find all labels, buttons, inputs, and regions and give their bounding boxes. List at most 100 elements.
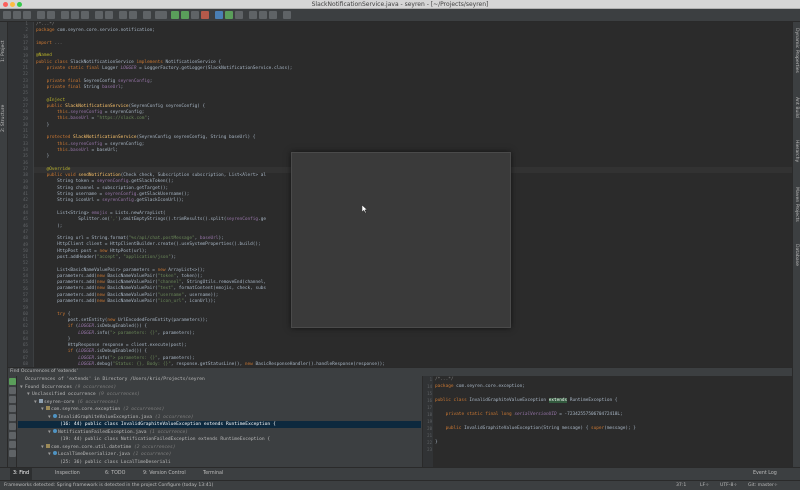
bottom-tool-tabs: 3: Find Inspection 6: TODO 9: Version Co… <box>0 467 800 480</box>
preview-line-number: 20 <box>427 426 432 431</box>
preview-line <box>435 404 636 411</box>
code-token: LOGGER <box>78 355 95 361</box>
code-token: parameters.add( <box>36 292 97 298</box>
code-token: this <box>57 147 68 153</box>
code-token: (message); } <box>604 426 636 431</box>
close-panel-icon[interactable] <box>9 387 16 394</box>
code-token: String channel = subscription.getTarget(… <box>36 185 169 191</box>
maven-projects-tool-tab[interactable]: Maven Projects <box>794 187 799 222</box>
inspection-tool-tab[interactable]: Inspection <box>52 468 83 480</box>
sync-icon[interactable] <box>23 11 31 19</box>
caret-position[interactable]: 37:1 <box>676 481 686 490</box>
save-all-icon[interactable] <box>13 11 21 19</box>
code-token: "%s/api/chat.postMessage" <box>128 236 195 242</box>
replace-icon[interactable] <box>105 11 113 19</box>
tree-row[interactable]: (25: 36) public class LocalTimeDeseriali <box>18 459 421 466</box>
occurrence-preview[interactable]: 1 14 15 16 17 18 19 20 21 22 23 /*...*/package com… <box>422 376 792 467</box>
sdk-icon[interactable] <box>269 11 277 19</box>
next-occurrence-icon[interactable] <box>9 432 16 439</box>
project-structure-icon[interactable] <box>259 11 267 19</box>
back-icon[interactable] <box>119 11 127 19</box>
code-token: implements <box>136 59 166 65</box>
tree-row[interactable]: ▼ com.seyren.core.util.datetime (2 occurr… <box>18 443 421 451</box>
hierarchy-tool-tab[interactable]: Hierarchy <box>794 140 799 162</box>
preview-line-number: 22 <box>427 440 432 445</box>
file-encoding[interactable]: UTF-8÷ <box>720 481 737 490</box>
tree-row[interactable]: ▼ seyren-core (6 occurrences) <box>18 398 421 406</box>
database-tool-tab[interactable]: Database <box>794 244 799 266</box>
preview-code[interactable]: /*...*/package com.seyren.core.exception… <box>435 376 636 453</box>
vcs-branch[interactable]: Git: master÷ <box>748 481 778 490</box>
code-token: "> parameters: {}" <box>110 330 158 336</box>
help-icon[interactable] <box>283 11 291 19</box>
code-token: baseUrl <box>70 147 89 153</box>
preview-line: } <box>435 439 636 446</box>
stop-icon[interactable] <box>201 11 209 19</box>
code-token: ).omitEmptyStrings().trimResults().split… <box>117 217 227 223</box>
tree-row[interactable]: ▼ Unclassified occurrence (9 occurrences) <box>18 391 421 398</box>
undo-icon[interactable] <box>37 11 45 19</box>
redo-icon[interactable] <box>47 11 55 19</box>
todo-tool-tab[interactable]: 6: TODO <box>102 468 128 480</box>
code-token: com.seyren.core.service.notification; <box>57 28 155 34</box>
event-log-tool-tab[interactable]: Event Log <box>750 468 780 480</box>
find-tool-tab[interactable]: 3: Find <box>10 468 33 480</box>
status-message[interactable]: Frameworks detected: Spring framework is… <box>4 481 213 490</box>
paste-icon[interactable] <box>81 11 89 19</box>
find-tool-window: Occurrences of 'extends' in Directory /U… <box>8 376 792 467</box>
code-token: HttpClient client = HttpClientBuilder.cr… <box>36 242 261 248</box>
window-title: SlackNotificationService.java - seyren -… <box>311 1 489 8</box>
ant-build-tool-tab[interactable]: Ant Build <box>794 97 799 118</box>
dynamic-properties-tool-tab[interactable]: Dynamic Properties <box>794 28 799 73</box>
coverage-icon[interactable] <box>191 11 199 19</box>
debug-icon[interactable] <box>181 11 189 19</box>
copy-icon[interactable] <box>71 11 79 19</box>
project-tool-tab[interactable]: 1: Project <box>1 40 6 62</box>
export-icon[interactable] <box>9 441 16 448</box>
expand-all-icon[interactable] <box>9 405 16 412</box>
editor-gutter[interactable]: 1 2 16 17 18 19 20 21 22 23 24 25 26 27 28 29 30 31 32 33 34… <box>8 22 34 367</box>
tree-row[interactable]: ▼ com.seyren.core.exception (2 occurrence… <box>18 406 421 413</box>
forward-icon[interactable] <box>129 11 137 19</box>
collapse-all-icon[interactable] <box>9 414 16 421</box>
code-token: import <box>36 40 55 46</box>
vcs-update-icon[interactable] <box>215 11 223 19</box>
terminal-tool-tab[interactable]: Terminal <box>200 468 226 480</box>
open-folder-icon[interactable] <box>3 11 11 19</box>
tree-row[interactable]: (16: 44) public class InvalidGraphiteVal… <box>18 421 421 428</box>
code-token: String token = <box>36 179 97 185</box>
structure-tool-tab[interactable]: 2: Structure <box>1 105 6 132</box>
settings-gear-icon[interactable] <box>9 450 16 457</box>
line-separator[interactable]: LF÷ <box>700 481 709 490</box>
tree-row[interactable]: ▼ InvalidGraphiteValueException.java (1 o… <box>18 413 421 421</box>
vcs-history-icon[interactable] <box>235 11 243 19</box>
make-icon[interactable] <box>143 11 151 19</box>
run-icon[interactable] <box>171 11 179 19</box>
run-config-selector[interactable] <box>155 11 167 19</box>
cut-icon[interactable] <box>61 11 69 19</box>
code-token: String iconUrl = <box>36 198 103 204</box>
settings-icon[interactable] <box>249 11 257 19</box>
tree-row[interactable]: (19: 44) public class NotificationFailed… <box>18 436 421 443</box>
find-icon[interactable] <box>95 11 103 19</box>
tree-row[interactable]: Occurrences of 'extends' in Directory /U… <box>18 376 421 383</box>
popup-panel[interactable] <box>291 152 511 328</box>
tree-row[interactable]: ▼ LocalTimeDeserializer.java (1 occurrenc… <box>18 451 421 458</box>
preview-line <box>435 390 636 397</box>
code-token: BasicNameValuePair( <box>107 273 158 279</box>
occurrences-tree[interactable]: Occurrences of 'extends' in Directory /U… <box>18 376 421 467</box>
code-token: this <box>57 116 68 122</box>
code-token: { <box>67 311 71 317</box>
code-token: HttpPost post = <box>36 248 100 254</box>
code-token: @Named <box>36 53 52 59</box>
rerun-icon[interactable] <box>9 378 16 385</box>
pin-icon[interactable] <box>9 396 16 403</box>
tree-row[interactable]: ▼ Found Occurrences (9 occurrences) <box>18 384 421 391</box>
code-token: .info( <box>94 355 111 361</box>
vcs-commit-icon[interactable] <box>225 11 233 19</box>
tree-row[interactable]: ▼ NotificationFailedException.java (1 occ… <box>18 428 421 436</box>
version-control-tool-tab[interactable]: 9: Version Control <box>140 468 189 480</box>
previous-occurrence-icon[interactable] <box>9 423 16 430</box>
code-token: seyrenConfig <box>70 141 103 147</box>
